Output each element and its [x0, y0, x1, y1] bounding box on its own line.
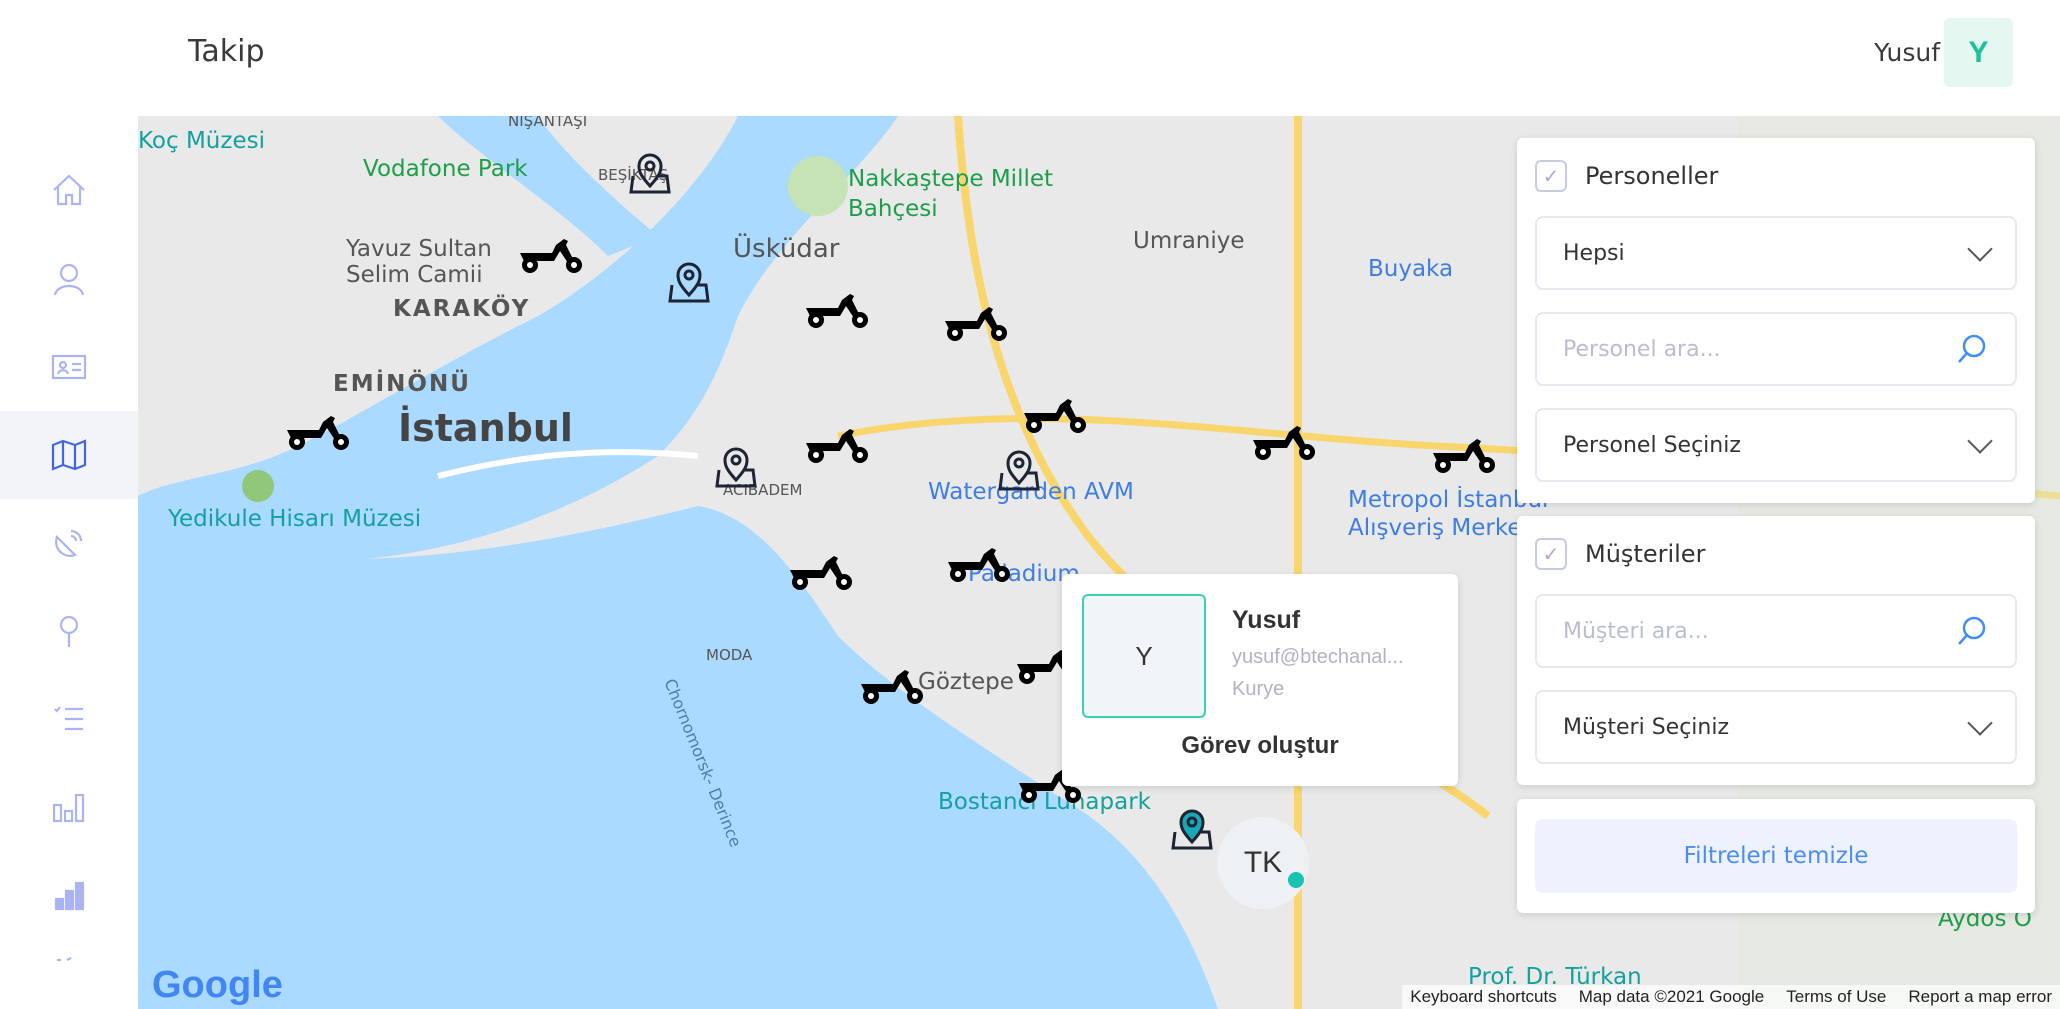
stats-icon — [54, 881, 85, 911]
sidebar-item-home[interactable] — [0, 146, 138, 234]
map-label: Umraniye — [1133, 228, 1245, 254]
customer-location-marker[interactable] — [713, 444, 759, 490]
map[interactable]: Koç Müzesi Vodafone Park NİŞANTAŞI BEŞİK… — [138, 116, 2060, 1009]
checklist-icon — [54, 706, 83, 731]
header: Takip Yusuf Y — [138, 0, 2060, 116]
courier-scooter-marker[interactable] — [1249, 418, 1321, 462]
courier-scooter-marker[interactable] — [786, 548, 858, 592]
courier-scooter-marker[interactable] — [802, 421, 874, 465]
map-label: İstanbul — [398, 406, 573, 450]
customer-location-marker[interactable] — [996, 447, 1042, 493]
customer-search-input[interactable]: Müşteri ara... — [1535, 594, 2017, 668]
report-error-link[interactable]: Report a map error — [1908, 987, 2052, 1007]
location-dot — [1288, 872, 1304, 888]
chevron-down-icon — [1967, 236, 1993, 262]
sidebar-item-satellite[interactable] — [0, 499, 138, 587]
satellite-icon — [55, 529, 83, 557]
popup-role: Kurye — [1232, 678, 1285, 700]
location-pin-icon — [59, 615, 79, 647]
map-icon — [51, 439, 87, 471]
courier-scooter-marker[interactable] — [944, 540, 1016, 584]
personnel-select[interactable]: Personel Seçiniz — [1535, 408, 2017, 482]
sidebar-item-stats[interactable] — [0, 851, 138, 939]
sidebar-item-tasks[interactable] — [0, 675, 138, 763]
courier-scooter-marker[interactable] — [941, 299, 1013, 343]
sidebar-item-more[interactable] — [0, 930, 138, 990]
bar-chart-icon — [52, 793, 85, 823]
user-icon — [53, 263, 85, 296]
customer-location-marker[interactable] — [627, 150, 673, 196]
customer-checkbox[interactable]: ✓ — [1535, 538, 1567, 570]
personnel-type-value: Hepsi — [1563, 240, 1625, 266]
sidebar — [0, 0, 138, 1009]
map-label: Üsküdar — [733, 234, 840, 264]
courier-scooter-marker[interactable] — [857, 662, 929, 706]
chevron-down-icon — [1967, 710, 1993, 736]
sidebar-item-reports[interactable] — [0, 763, 138, 851]
keyboard-shortcuts-link[interactable]: Keyboard shortcuts — [1410, 987, 1556, 1007]
customer-location-marker[interactable] — [1169, 806, 1215, 852]
courier-scooter-marker[interactable] — [516, 231, 588, 275]
map-label: Yavuz Sultan Selim Camii — [346, 236, 492, 288]
more-icon — [57, 957, 72, 962]
popup-name: Yusuf — [1232, 606, 1301, 634]
map-label: Buyaka — [1368, 256, 1454, 282]
map-footer: Keyboard shortcuts Map data ©2021 Google… — [1402, 985, 2060, 1009]
customer-label: Müşteriler — [1585, 540, 1706, 568]
courier-scooter-marker[interactable] — [1429, 431, 1501, 475]
customer-location-marker[interactable] — [666, 259, 712, 305]
search-icon — [1958, 616, 1986, 645]
customer-filter-card: ✓ Müşteriler Müşteri ara... Müşteri Seçi… — [1517, 516, 2035, 785]
chevron-down-icon — [1967, 428, 1993, 454]
personnel-filter-card: ✓ Personeller Hepsi Personel ara... Pers… — [1517, 138, 2035, 503]
personnel-label: Personeller — [1585, 162, 1719, 190]
google-logo: Google — [152, 964, 283, 1006]
map-label: Koç Müzesi — [138, 128, 265, 154]
clear-filters-card: Filtreleri temizle — [1517, 799, 2035, 913]
personnel-checkbox[interactable]: ✓ — [1535, 160, 1567, 192]
courier-scooter-marker[interactable] — [802, 286, 874, 330]
sidebar-item-map[interactable] — [0, 411, 138, 499]
user-name: Yusuf — [1874, 38, 1940, 67]
map-label: MODA — [706, 646, 753, 664]
sidebar-item-location[interactable] — [0, 587, 138, 675]
map-label: Nakkaştepe Millet Bahçesi — [848, 166, 1054, 222]
popup-email: yusuf@btechanal... — [1232, 646, 1404, 668]
personnel-search-input[interactable]: Personel ara... — [1535, 312, 2017, 386]
page-title: Takip — [188, 34, 265, 69]
terms-link[interactable]: Terms of Use — [1786, 987, 1886, 1007]
map-label: KARAKÖY — [393, 296, 531, 322]
courier-scooter-marker[interactable] — [283, 408, 355, 452]
customer-select[interactable]: Müşteri Seçiniz — [1535, 690, 2017, 764]
customer-search-placeholder: Müşteri ara... — [1563, 618, 1709, 644]
map-label: EMİNÖNÜ — [333, 371, 471, 397]
create-task-button[interactable]: Görev oluştur — [1062, 732, 1458, 760]
id-card-icon — [51, 354, 87, 380]
customer-select-placeholder: Müşteri Seçiniz — [1563, 714, 1730, 740]
map-label: NİŞANTAŞI — [508, 116, 588, 130]
sidebar-item-cards[interactable] — [0, 323, 138, 411]
map-data-text: Map data ©2021 Google — [1578, 987, 1765, 1006]
map-label: Vodafone Park — [363, 156, 528, 182]
clear-filters-button[interactable]: Filtreleri temizle — [1535, 819, 2017, 893]
user-avatar[interactable]: Y — [1944, 18, 2013, 87]
popup-avatar: Y — [1082, 594, 1206, 718]
home-icon — [53, 174, 85, 206]
courier-scooter-marker[interactable] — [1020, 391, 1092, 435]
search-icon — [1958, 334, 1986, 363]
cluster-marker[interactable]: TK — [1217, 817, 1309, 909]
sidebar-item-users[interactable] — [0, 235, 138, 323]
personnel-type-select[interactable]: Hepsi — [1535, 216, 2017, 290]
personnel-select-placeholder: Personel Seçiniz — [1563, 432, 1741, 458]
personnel-search-placeholder: Personel ara... — [1563, 336, 1721, 362]
map-label: Yedikule Hisarı Müzesi — [168, 506, 422, 532]
courier-popup: Y Yusuf yusuf@btechanal... Kurye Görev o… — [1062, 574, 1458, 786]
map-label: Göztepe — [918, 669, 1014, 695]
